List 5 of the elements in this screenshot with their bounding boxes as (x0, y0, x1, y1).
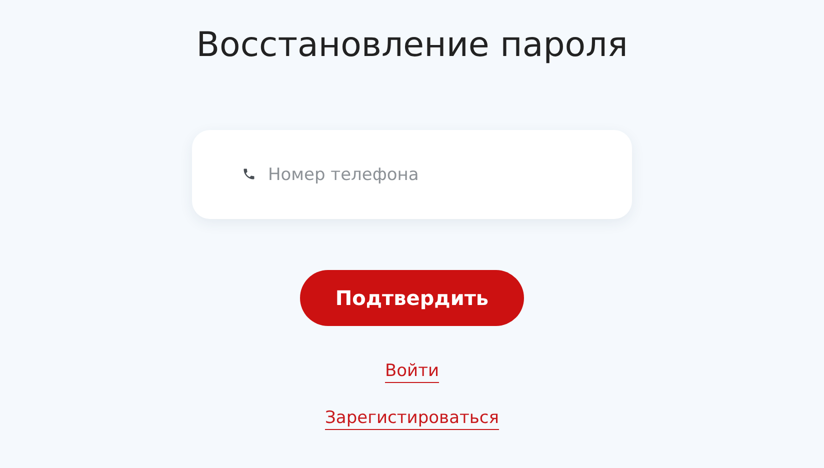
page-title: Восстановление пароля (196, 24, 628, 67)
link[interactable]: Войти (384, 360, 440, 383)
submit-button[interactable]: Подтвердить (300, 270, 524, 326)
phone-field[interactable]: Номер телефона (192, 130, 632, 219)
link[interactable]: Зарегистироваться (325, 407, 499, 430)
